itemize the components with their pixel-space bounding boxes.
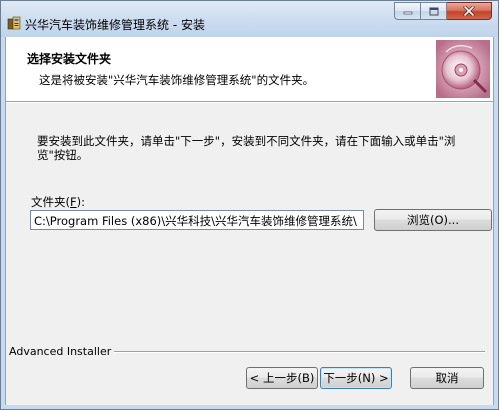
close-button[interactable] (447, 2, 492, 20)
installer-icon (7, 16, 21, 30)
minimize-icon (403, 11, 412, 15)
back-button[interactable]: < 上一步(B) (246, 367, 318, 389)
cancel-button[interactable]: 取消 (410, 367, 484, 389)
instruction-text: 要安装到此文件夹，请单击"下一步"，安装到不同文件夹，请在下面输入或单击"浏览"… (37, 134, 456, 162)
footer-divider-highlight (106, 352, 485, 353)
maximize-button[interactable] (421, 2, 447, 20)
installer-brand-label: Advanced Installer (9, 345, 115, 358)
close-icon (463, 6, 475, 16)
next-button[interactable]: 下一步(N) > (320, 367, 392, 389)
folder-label-suffix: ): (76, 195, 85, 209)
page-description: 这是将被安装"兴华汽车装饰维修管理系统"的文件夹。 (39, 73, 315, 87)
installer-window: 兴华汽车装饰维修管理系统 - 安装 选择安装文件夹 这是将被安装"兴华汽车装饰维… (0, 0, 499, 410)
maximize-icon (429, 7, 438, 15)
browse-button[interactable]: 浏览(O)... (374, 209, 492, 231)
folder-path-input[interactable]: C:\Program Files (x86)\兴华科技\兴华汽车装饰维修管理系统… (30, 210, 364, 230)
folder-label-prefix: 文件夹( (31, 195, 70, 209)
minimize-button[interactable] (394, 2, 421, 20)
title-bar[interactable]: 兴华汽车装饰维修管理系统 - 安装 (1, 1, 498, 37)
window-title: 兴华汽车装饰维修管理系统 - 安装 (25, 18, 205, 32)
page-title: 选择安装文件夹 (27, 52, 112, 66)
dialog-client-area: 选择安装文件夹 这是将被安装"兴华汽车装饰维修管理系统"的文件夹。 要安装到此文… (5, 37, 494, 405)
caption-buttons (394, 2, 492, 21)
folder-label-accesskey: F (70, 195, 77, 209)
header-divider (6, 102, 493, 103)
dialog-header: 选择安装文件夹 这是将被安装"兴华汽车装饰维修管理系统"的文件夹。 (6, 37, 493, 102)
installer-disc-art-icon (436, 40, 490, 98)
folder-label: 文件夹(F): (31, 194, 85, 210)
